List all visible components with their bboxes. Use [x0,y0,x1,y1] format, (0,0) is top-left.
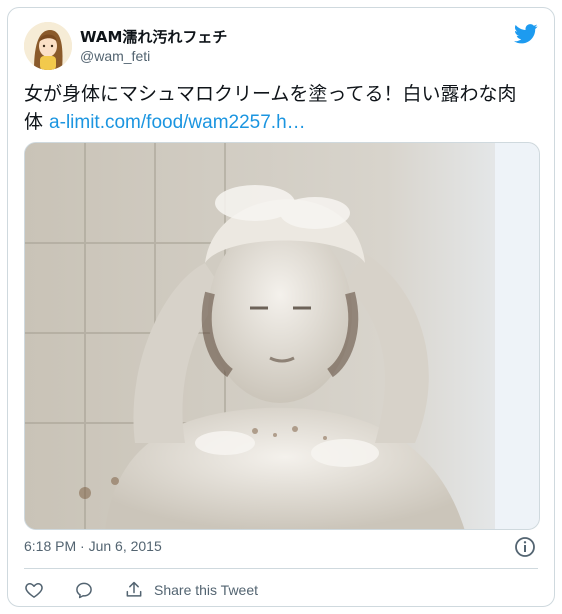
tweet-text: 女が身体にマシュマロクリームを塗ってる！白い露わな肉体 a-limit.com/… [24,80,534,137]
share-label: Share this Tweet [154,582,259,598]
like-button[interactable] [24,580,44,600]
divider [24,568,538,569]
author-display-name[interactable]: WAM濡れ汚れフェチ [80,26,227,47]
author-handle[interactable]: @wam_feti [80,48,150,64]
share-button[interactable]: Share this Tweet [124,580,258,600]
tweet-timestamp[interactable]: 6:18 PM · Jun 6, 2015 [24,538,162,554]
twitter-bird-icon[interactable] [514,24,538,44]
tweet-media-photo[interactable] [24,142,540,530]
tweet-link[interactable]: a-limit.com/food/wam2257.h… [49,112,306,133]
share-icon [126,581,142,597]
tweet-card[interactable]: WAM濡れ汚れフェチ @wam_feti 女が身体にマシュマロクリームを塗ってる… [7,7,555,607]
reply-icon [76,582,92,599]
reply-button[interactable] [74,580,94,600]
heart-icon [25,583,43,598]
avatar-illustration-icon [24,22,72,70]
avatar[interactable] [24,22,72,70]
tweet-actions: Share this Tweet [24,578,288,602]
info-icon[interactable] [514,536,536,558]
photo-illustration [25,143,539,529]
